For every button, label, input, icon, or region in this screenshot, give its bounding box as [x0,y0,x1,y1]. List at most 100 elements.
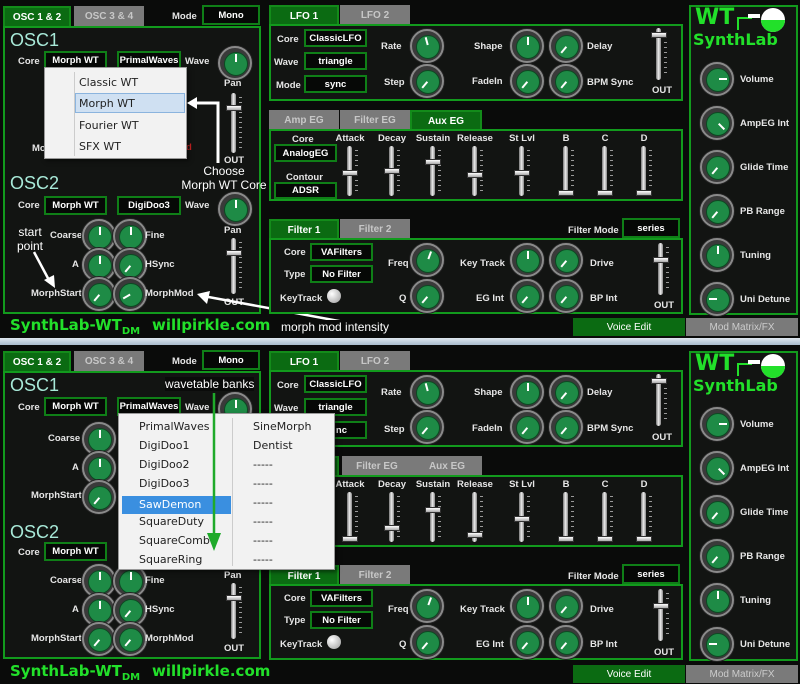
master-tuning-knob[interactable] [700,238,734,272]
slider-thumb[interactable] [342,170,358,176]
eg-decay-slider[interactable] [384,146,400,196]
tab-filter-2[interactable]: Filter 2 [340,565,410,585]
tab-lfo-2[interactable]: LFO 2 [340,5,410,25]
mod-matrix-button[interactable]: Mod Matrix/FX [686,318,798,336]
lfo-core-select[interactable]: ClassicLFO [304,375,367,393]
tab-filter-eg[interactable]: Filter EG [340,110,410,130]
keytrack-toggle[interactable] [327,289,341,303]
tab-lfo-2[interactable]: LFO 2 [340,351,410,371]
bank-item-col2[interactable]: SineMorph [253,420,311,433]
lfo-wave-select[interactable]: triangle [304,52,367,70]
tab-filter-1[interactable]: Filter 1 [269,219,339,239]
drive-knob[interactable] [549,243,583,277]
osc2-core-select[interactable]: Morph WT [44,542,107,561]
key-track-knob[interactable] [510,243,544,277]
osc1-wave-knob[interactable] [218,46,252,80]
morphmod-knob[interactable] [113,277,147,311]
key-track-knob[interactable] [510,589,544,623]
bank-item-squarecomb[interactable]: SquareComb [139,534,210,547]
tab-osc-3-4[interactable]: OSC 3 & 4 [74,6,144,26]
tab-osc-3-4[interactable]: OSC 3 & 4 [74,351,144,371]
osc2-core-select[interactable]: Morph WT [44,196,107,215]
slider-thumb[interactable] [384,168,400,174]
slider-thumb[interactable] [514,516,530,522]
bank-item-col2[interactable]: Dentist [253,439,293,452]
eg-attack-slider[interactable] [342,492,358,542]
bp-int-knob[interactable] [549,625,583,659]
slider-thumb[interactable] [425,507,441,513]
q-knob[interactable] [410,279,444,313]
master-ampeg-int-knob[interactable] [700,106,734,140]
bpm-sync-knob[interactable] [549,410,583,444]
tab-aux-eg[interactable]: Aux EG [412,456,482,476]
tab-lfo-1[interactable]: LFO 1 [269,351,339,371]
filter-mode-select[interactable]: series [622,218,680,238]
bank-item-squarering[interactable]: SquareRing [139,553,202,566]
lfo-core-select[interactable]: ClassicLFO [304,29,367,47]
filter-out-slider[interactable] [653,243,669,295]
master-uni-detune-knob[interactable] [700,627,734,661]
eg-core-select[interactable]: AnalogEG [274,144,337,162]
bank-item-col2[interactable]: ----- [253,534,273,547]
master-glide-time-knob[interactable] [700,150,734,184]
voice-edit-button[interactable]: Voice Edit [573,318,685,336]
eg-release-slider[interactable] [467,492,483,542]
slider-thumb[interactable] [558,190,574,196]
website-link[interactable]: willpirkle.com [152,316,270,334]
osc2-wave-knob[interactable] [218,192,252,226]
mod-matrix-button[interactable]: Mod Matrix/FX [686,665,798,683]
freq-knob[interactable] [410,243,444,277]
filter-mode-select[interactable]: series [622,564,680,584]
slider-thumb[interactable] [384,525,400,531]
master-ampeg-int-knob[interactable] [700,451,734,485]
slider-thumb[interactable] [514,170,530,176]
eg-int-knob[interactable] [510,625,544,659]
eg-release-slider[interactable] [467,146,483,196]
delay-knob[interactable] [549,375,583,409]
tab-filter-2[interactable]: Filter 2 [340,219,410,239]
eg-attack-slider[interactable] [342,146,358,196]
menu-item-fourier-wt[interactable]: Fourier WT [79,119,139,132]
step-knob[interactable] [410,410,444,444]
morphstart-knob[interactable] [82,480,116,514]
eg-contour-select[interactable]: ADSR [274,182,337,199]
bank-item-col2[interactable]: ----- [253,496,273,509]
eg-sustain-slider[interactable] [425,492,441,542]
step-knob[interactable] [410,64,444,98]
voice-edit-button[interactable]: Voice Edit [573,665,685,683]
filter-core-select[interactable]: VAFilters [310,589,373,607]
delay-knob[interactable] [549,29,583,63]
lfo-mode-select[interactable]: sync [304,75,367,93]
menu-item-classic-wt[interactable]: Classic WT [79,76,138,89]
osc1-core-select[interactable]: Morph WT [44,397,107,416]
lfo-out-slider[interactable] [651,374,667,426]
menu-item-morph-wt[interactable]: Morph WT [75,93,185,113]
morphmod-knob[interactable] [113,622,147,656]
eg-c-slider[interactable] [597,492,613,542]
master-volume-knob[interactable] [700,407,734,441]
bank-item-digidoo2[interactable]: DigiDoo2 [139,458,190,471]
slider-thumb[interactable] [467,532,483,538]
freq-knob[interactable] [410,589,444,623]
eg-d-slider[interactable] [636,146,652,196]
mode-select[interactable]: Mono [202,350,260,370]
master-volume-knob[interactable] [700,62,734,96]
eg-st-lvl-slider[interactable] [514,146,530,196]
filter-type-select[interactable]: No Filter [310,265,373,283]
master-pb-range-knob[interactable] [700,539,734,573]
fadein-knob[interactable] [510,64,544,98]
eg-decay-slider[interactable] [384,492,400,542]
keytrack-toggle[interactable] [327,635,341,649]
master-pb-range-knob[interactable] [700,194,734,228]
eg-b-slider[interactable] [558,492,574,542]
bpm-sync-knob[interactable] [549,64,583,98]
shape-knob[interactable] [510,375,544,409]
osc2-out-slider[interactable] [226,238,242,294]
eg-b-slider[interactable] [558,146,574,196]
morphstart-knob[interactable] [82,622,116,656]
eg-st-lvl-slider[interactable] [514,492,530,542]
slider-thumb[interactable] [342,536,358,542]
bank-item-digidoo1[interactable]: DigiDoo1 [139,439,190,452]
slider-thumb[interactable] [636,536,652,542]
tab-osc-1-2[interactable]: OSC 1 & 2 [3,351,71,371]
